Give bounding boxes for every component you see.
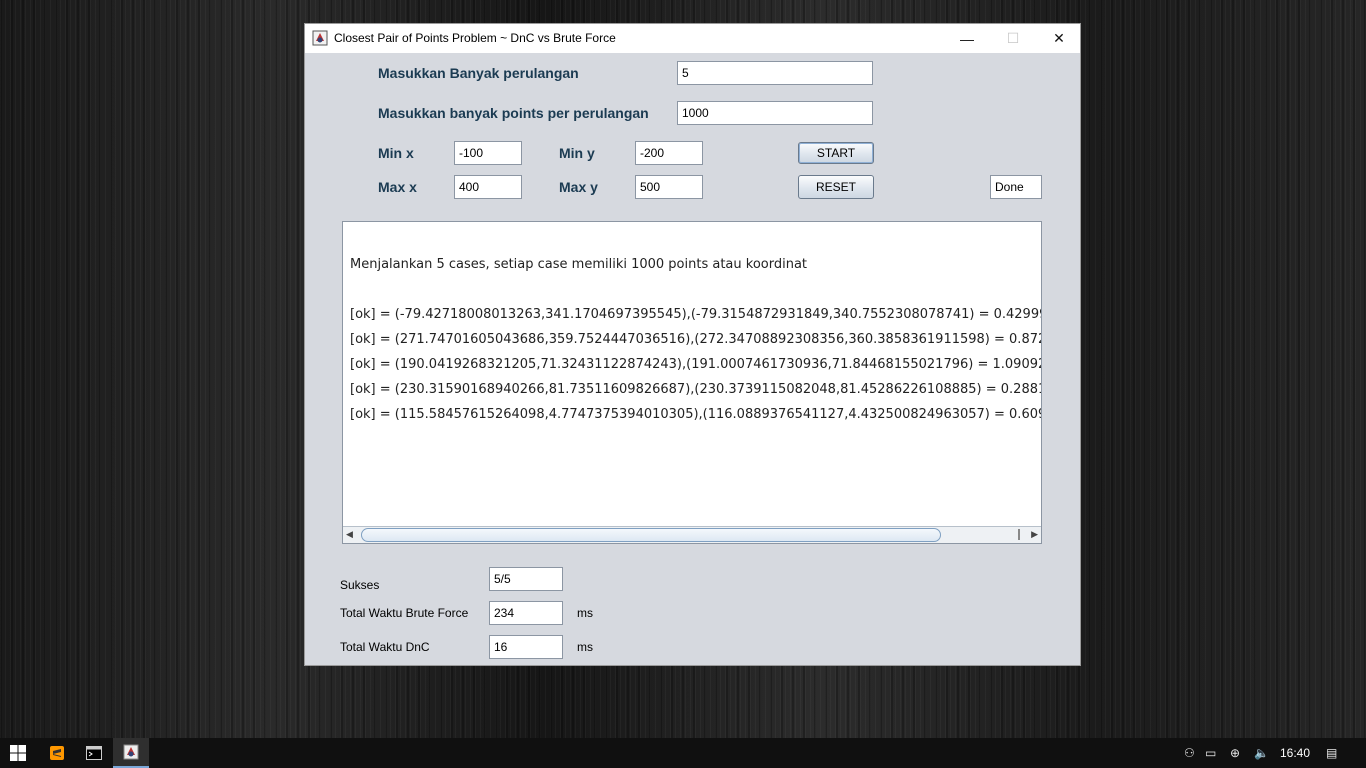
- output-text-area[interactable]: Menjalankan 5 cases, setiap case memilik…: [342, 221, 1042, 544]
- brute-force-unit: ms: [577, 606, 593, 620]
- output-text: Menjalankan 5 cases, setiap case memilik…: [350, 252, 1042, 427]
- close-icon: ✕: [1053, 30, 1065, 46]
- scroll-left-icon[interactable]: ◀: [346, 529, 353, 540]
- maximize-icon: ☐: [1006, 30, 1020, 46]
- scroll-right-icon[interactable]: ▶: [1031, 529, 1038, 540]
- start-button[interactable]: START: [798, 142, 874, 164]
- scroll-thumb[interactable]: [361, 528, 941, 542]
- network-icon[interactable]: ⊕: [1230, 746, 1240, 760]
- minimize-icon: —: [960, 30, 974, 47]
- sublime-text-icon: [50, 746, 64, 760]
- min-y-label: Min y: [559, 145, 595, 161]
- reset-button[interactable]: RESET: [798, 175, 874, 199]
- dnc-time-label: Total Waktu DnC: [340, 640, 430, 654]
- output-line: [ok] = (-79.42718008013263,341.170469739…: [350, 307, 1042, 322]
- min-x-label: Min x: [378, 145, 414, 161]
- scroll-grip: [1018, 529, 1020, 540]
- max-x-input[interactable]: [454, 175, 522, 199]
- window-title: Closest Pair of Points Problem ~ DnC vs …: [334, 31, 616, 45]
- java-app-icon: [123, 744, 139, 760]
- command-prompt-icon: [86, 746, 102, 760]
- output-header: Menjalankan 5 cases, setiap case memilik…: [350, 257, 808, 272]
- output-line: [ok] = (115.58457615264098,4.77473753940…: [350, 407, 1042, 422]
- success-field: [489, 567, 563, 591]
- dnc-unit: ms: [577, 640, 593, 654]
- taskbar: ⚇ ▭ ⊕ 🔈 16:40 ▤: [0, 738, 1366, 768]
- max-x-label: Max x: [378, 179, 417, 195]
- java-app-taskbar-button[interactable]: [113, 738, 149, 768]
- sublime-text-taskbar-button[interactable]: [42, 738, 72, 768]
- min-y-input[interactable]: [635, 141, 703, 165]
- title-bar[interactable]: Closest Pair of Points Problem ~ DnC vs …: [305, 24, 1080, 53]
- maximize-button[interactable]: ☐: [990, 24, 1036, 53]
- points-label: Masukkan banyak points per perulangan: [378, 105, 649, 121]
- notification-icon[interactable]: ▤: [1326, 746, 1337, 760]
- battery-icon[interactable]: ▭: [1205, 746, 1216, 760]
- brute-force-time-label: Total Waktu Brute Force: [340, 606, 469, 620]
- volume-icon[interactable]: 🔈: [1254, 746, 1269, 760]
- loops-input[interactable]: [677, 61, 873, 85]
- dnc-time-field: [489, 635, 563, 659]
- output-line: [ok] = (190.0419268321205,71.32431122874…: [350, 357, 1042, 372]
- output-line: [ok] = (230.31590168940266,81.7351160982…: [350, 382, 1042, 397]
- close-button[interactable]: ✕: [1036, 24, 1082, 53]
- brute-force-time-field: [489, 601, 563, 625]
- success-label: Sukses: [340, 578, 380, 592]
- java-app-icon: [312, 30, 328, 46]
- status-field: [990, 175, 1042, 199]
- windows-logo-icon: [10, 745, 26, 761]
- app-window: Closest Pair of Points Problem ~ DnC vs …: [304, 23, 1081, 666]
- horizontal-scrollbar[interactable]: ◀ ▶: [343, 526, 1041, 543]
- output-blank-line: [350, 277, 1041, 302]
- people-icon[interactable]: ⚇: [1184, 746, 1195, 760]
- start-button[interactable]: [0, 738, 36, 768]
- max-y-input[interactable]: [635, 175, 703, 199]
- max-y-label: Max y: [559, 179, 598, 195]
- loops-label: Masukkan Banyak perulangan: [378, 65, 579, 81]
- minimize-button[interactable]: —: [944, 24, 990, 53]
- cmd-taskbar-button[interactable]: [79, 738, 109, 768]
- min-x-input[interactable]: [454, 141, 522, 165]
- output-line: [ok] = (271.74701605043686,359.752444703…: [350, 332, 1042, 347]
- points-input[interactable]: [677, 101, 873, 125]
- clock[interactable]: 16:40: [1280, 746, 1310, 760]
